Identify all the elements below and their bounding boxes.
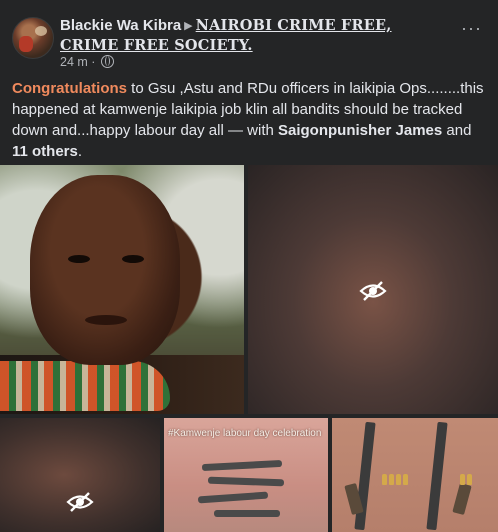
photo-beads [0, 361, 170, 411]
photo-magazine [452, 482, 472, 516]
globe-icon [100, 55, 114, 68]
photo-rifles[interactable] [332, 418, 498, 532]
photo-weapons-caption[interactable]: #Kamwenje labour day celebration [164, 418, 328, 532]
photo-rifle [214, 510, 280, 517]
photo-cartridge [382, 474, 387, 485]
photo-rifle [426, 421, 448, 531]
photo-rifle [201, 459, 283, 472]
eye-slash-icon [66, 492, 94, 512]
photo-mouth [85, 315, 127, 325]
photo-cartridge [467, 474, 472, 485]
photo-eye [122, 255, 144, 263]
feed-post: Blackie Wa Kibra ▶ NAIROBI CRIME FREE, CRI… [0, 0, 498, 532]
photo-cartridge [403, 474, 408, 485]
post-title-line: Blackie Wa Kibra ▶ NAIROBI CRIME FREE, CRI… [60, 16, 445, 56]
photo-cartridge [396, 474, 401, 485]
photo-cartridge [389, 474, 394, 485]
photo-rifle [354, 421, 376, 531]
highlight-text: Congratulations [12, 80, 127, 97]
caret-right-icon: ▶ [184, 20, 193, 32]
post-meta: 24 m · [60, 55, 114, 69]
photo-face [30, 175, 180, 365]
avatar-detail [19, 36, 33, 52]
tagged-others-link[interactable]: 11 others [12, 143, 78, 160]
more-options-icon[interactable]: ··· [461, 19, 482, 37]
photo-portrait[interactable] [0, 165, 244, 414]
photo-rifle [197, 491, 269, 504]
avatar-detail [35, 26, 47, 36]
eye-slash-icon [359, 281, 387, 301]
tagged-user-link[interactable]: Saigonpunisher James [278, 122, 442, 139]
photo-hidden-sensitive[interactable] [0, 418, 160, 532]
post-text: Congratulations to Gsu ,Astu and RDu off… [12, 78, 488, 162]
photo-caption: #Kamwenje labour day celebration [168, 428, 322, 439]
period-text: . [77, 143, 83, 160]
post-header: Blackie Wa Kibra ▶ NAIROBI CRIME FREE, CRI… [12, 13, 486, 71]
post-timestamp[interactable]: 24 m [60, 55, 88, 69]
photo-eye [68, 255, 90, 263]
author-avatar[interactable] [12, 17, 54, 59]
photo-grid: #Kamwenje labour day celebration [0, 165, 498, 532]
photo-rifle [207, 476, 285, 487]
photo-hidden-sensitive[interactable] [248, 165, 498, 414]
conjunction-text: and [442, 122, 472, 139]
author-name-link[interactable]: Blackie Wa Kibra [60, 17, 181, 34]
photo-cartridge [460, 474, 465, 485]
